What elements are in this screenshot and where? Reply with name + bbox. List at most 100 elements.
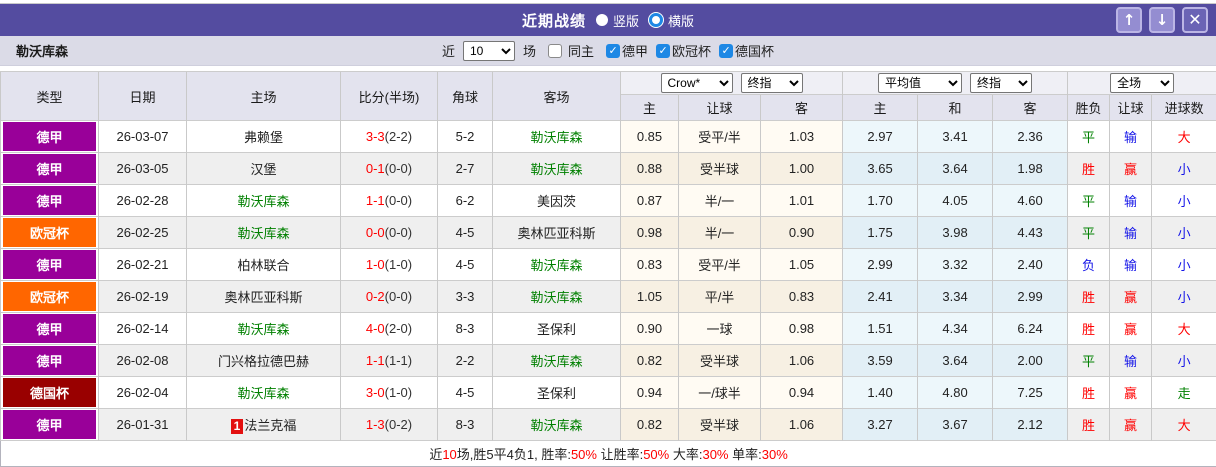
league-checkbox-欧冠杯[interactable] [656,44,670,58]
date-cell: 26-02-21 [99,249,187,281]
same-home-checkbox[interactable] [548,44,562,58]
odds-away: 4.60 [993,185,1068,217]
halftime-score: (1-1) [385,353,412,368]
corner-cell: 5-2 [438,121,493,153]
handicap-away-odds: 0.94 [761,377,843,409]
result-handicap: 输 [1110,121,1152,153]
matches-label: 场 [523,41,536,60]
date-cell: 26-03-07 [99,121,187,153]
summary-stat-label: 场,胜5平4负1, 胜率: [457,447,571,462]
halftime-score: (1-0) [385,257,412,272]
radio-horizontal-icon[interactable] [649,13,663,27]
away-team-cell: 美因茨 [493,185,621,217]
type-cell: 德甲 [1,121,99,153]
sub-header-4: 和 [918,95,993,121]
result-handicap: 赢 [1110,281,1152,313]
odds-draw: 3.98 [918,217,993,249]
odds-home: 1.70 [843,185,918,217]
handicap-home-odds: 0.98 [621,217,679,249]
result-goals: 小 [1152,153,1216,185]
competition-badge: 德甲 [3,122,96,151]
layout-option-horizontal[interactable]: 横版 [649,11,694,30]
move-up-button[interactable]: ↑ [1116,7,1142,33]
result-winloss: 平 [1068,121,1110,153]
team-name-text: 弗赖堡 [244,130,283,145]
team-name-text: 圣保利 [537,322,576,337]
same-home-label: 同主 [568,41,594,60]
team-name-text: 勒沃库森 [237,322,289,337]
league-checkbox-德甲[interactable] [606,44,620,58]
handicap-source-select[interactable]: Crow* [661,73,733,93]
competition-badge: 欧冠杯 [3,282,96,311]
competition-badge: 德甲 [3,314,96,343]
fulltime-score: 3-0 [366,385,385,400]
team-name-text: 奥林匹亚科斯 [517,226,595,241]
result-handicap: 输 [1110,249,1152,281]
handicap-time-select[interactable]: 终指 [741,73,803,93]
rank-badge: 1 [231,419,244,434]
date-cell: 26-02-28 [99,185,187,217]
corner-cell: 2-2 [438,345,493,377]
halftime-score: (0-2) [385,417,412,432]
team-name-text: 勒沃库森 [530,290,582,305]
score-cell: 4-0(2-0) [341,313,438,345]
team-name-text: 法兰克福 [244,418,296,433]
sub-header-1: 让球 [679,95,761,121]
europe-time-select[interactable]: 终指 [970,73,1032,93]
league-checkbox-德国杯[interactable] [719,44,733,58]
sub-header-3: 主 [843,95,918,121]
team-name-text: 汉堡 [250,162,276,177]
handicap-line: 一/球半 [679,377,761,409]
competition-badge: 德国杯 [3,378,96,407]
sub-header-2: 客 [761,95,843,121]
europe-source-select[interactable]: 平均值 [878,73,962,93]
table-row: 欧冠杯26-02-25勒沃库森0-0(0-0)4-5奥林匹亚科斯0.98半/一0… [1,217,1216,249]
col-header-home: 主场 [187,72,341,121]
fulltime-score: 0-1 [366,161,385,176]
fulltime-score: 0-2 [366,289,385,304]
score-cell: 0-0(0-0) [341,217,438,249]
type-cell: 欧冠杯 [1,217,99,249]
odds-home: 2.99 [843,249,918,281]
halftime-score: (0-0) [385,289,412,304]
team-name-text: 勒沃库森 [530,354,582,369]
handicap-line: 受半球 [679,409,761,441]
table-row: 德甲26-02-28勒沃库森1-1(0-0)6-2美因茨0.87半/一1.011… [1,185,1216,217]
sub-header-7: 让球 [1110,95,1152,121]
close-button[interactable]: ✕ [1182,7,1208,33]
score-cell: 0-2(0-0) [341,281,438,313]
away-team-cell: 奥林匹亚科斯 [493,217,621,249]
move-down-button[interactable]: ↓ [1149,7,1175,33]
fulltime-score: 1-1 [366,353,385,368]
odds-away: 2.99 [993,281,1068,313]
odds-away: 4.43 [993,217,1068,249]
handicap-home-odds: 0.82 [621,345,679,377]
radio-vertical-icon[interactable] [596,14,608,26]
away-team-cell: 勒沃库森 [493,345,621,377]
home-team-cell: 门兴格拉德巴赫 [187,345,341,377]
result-scope-select[interactable]: 全场 [1110,73,1174,93]
odds-away: 1.98 [993,153,1068,185]
result-group-header: 全场 [1068,72,1216,95]
handicap-line: 受平/半 [679,121,761,153]
team-name-text: 奥林匹亚科斯 [224,290,302,305]
team-name: 勒沃库森 [16,41,68,60]
recent-count-select[interactable]: 10 [463,41,515,61]
result-winloss: 胜 [1068,313,1110,345]
team-name-text: 勒沃库森 [237,386,289,401]
result-handicap: 赢 [1110,313,1152,345]
home-team-cell: 奥林匹亚科斯 [187,281,341,313]
summary-stat-value: 30% [702,447,728,462]
handicap-away-odds: 1.06 [761,345,843,377]
handicap-away-odds: 1.00 [761,153,843,185]
corner-cell: 8-3 [438,313,493,345]
halftime-score: (0-0) [385,193,412,208]
layout-option-vertical[interactable]: 竖版 [596,11,639,30]
type-cell: 欧冠杯 [1,281,99,313]
halftime-score: (0-0) [385,225,412,240]
type-cell: 德甲 [1,313,99,345]
summary-stat-label: 近 [429,447,442,462]
result-winloss: 胜 [1068,153,1110,185]
odds-draw: 3.67 [918,409,993,441]
score-cell: 1-1(0-0) [341,185,438,217]
